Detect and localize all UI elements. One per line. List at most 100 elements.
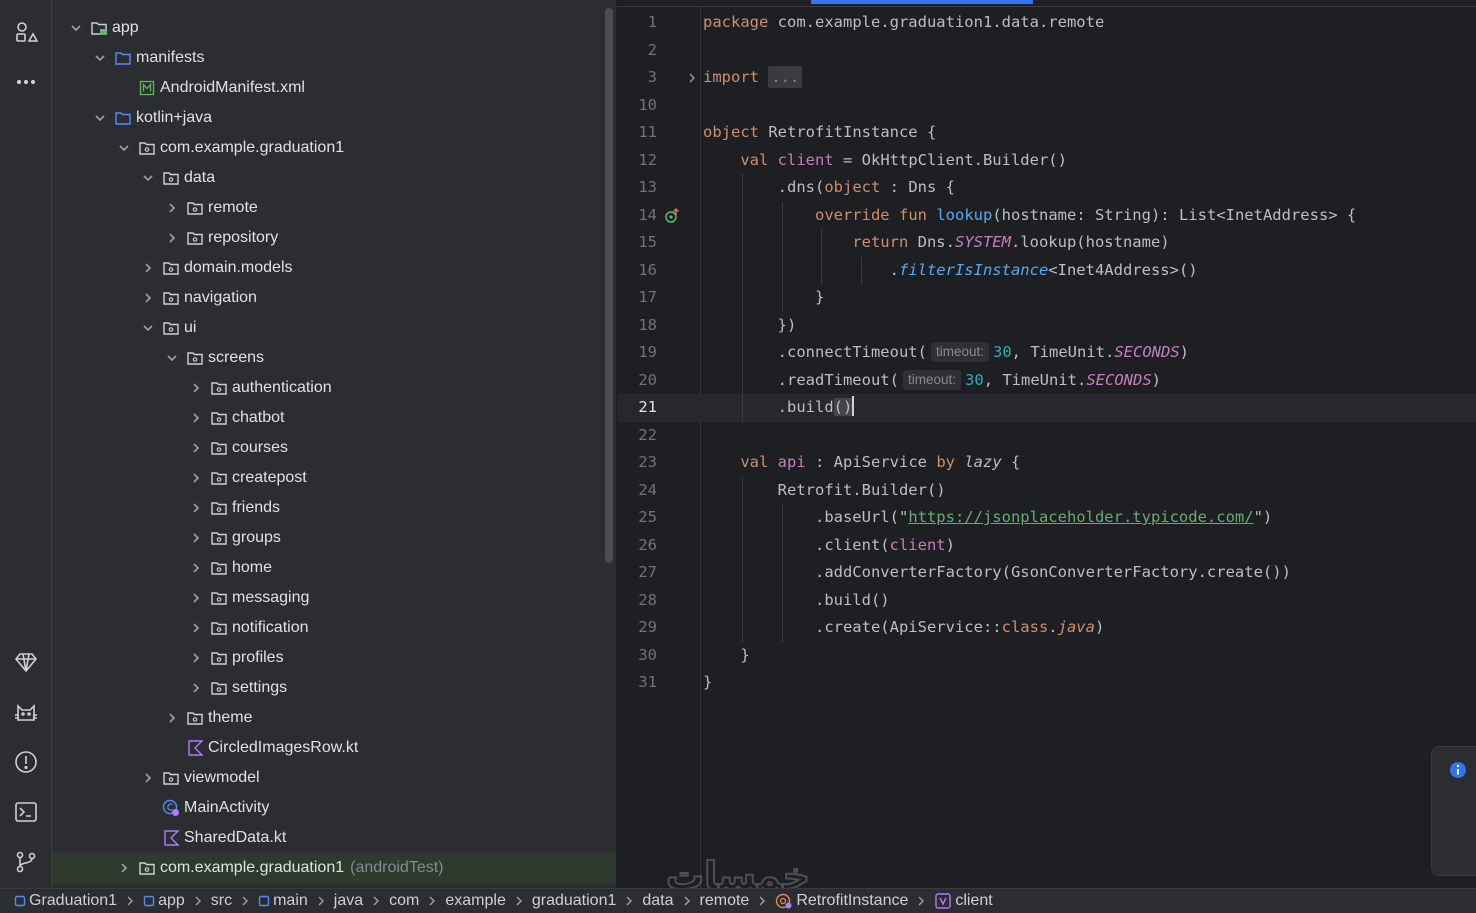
project-tree-item[interactable]: data: [52, 163, 616, 193]
more-tools-button[interactable]: [10, 66, 42, 98]
tree-expander[interactable]: [188, 380, 204, 396]
project-tree-item[interactable]: settings: [52, 673, 616, 703]
project-tree-item[interactable]: createpost: [52, 463, 616, 493]
tree-expander[interactable]: [92, 50, 108, 66]
project-tree-item[interactable]: profiles: [52, 643, 616, 673]
breadcrumb-item[interactable]: graduation1: [532, 892, 617, 910]
code-line[interactable]: 1 package com.example.graduation1.data.re…: [617, 9, 1476, 37]
project-tree-item[interactable]: friends: [52, 493, 616, 523]
code-line[interactable]: 26 .client(client): [617, 531, 1476, 559]
fold-expand-icon[interactable]: [687, 73, 697, 83]
project-tree-item[interactable]: ui: [52, 313, 616, 343]
terminal-tool-button[interactable]: [10, 796, 42, 828]
code-line[interactable]: 2: [617, 37, 1476, 65]
code-line[interactable]: 27 .addConverterFactory(GsonConverterFac…: [617, 559, 1476, 587]
breadcrumb-item[interactable]: app: [143, 892, 185, 910]
project-tree-item[interactable]: manifests: [52, 43, 616, 73]
project-tree-item[interactable]: authentication: [52, 373, 616, 403]
base-url-link[interactable]: https://jsonplaceholder.typicode.com/: [908, 508, 1253, 526]
tree-expander[interactable]: [140, 290, 156, 306]
tree-expander[interactable]: [188, 440, 204, 456]
code-line[interactable]: 31}: [617, 669, 1476, 697]
project-tree-item[interactable]: AndroidManifest.xml: [52, 73, 616, 103]
override-marker-icon[interactable]: [664, 207, 680, 224]
project-tree-item[interactable]: notification: [52, 613, 616, 643]
code-line[interactable]: 18 }): [617, 311, 1476, 339]
code-line[interactable]: 17 }: [617, 284, 1476, 312]
tree-expander[interactable]: [188, 470, 204, 486]
code-line[interactable]: 12 val client = OkHttpClient.Builder(): [617, 147, 1476, 175]
project-tree-item[interactable]: SharedData.kt: [52, 823, 616, 853]
tree-expander[interactable]: [188, 650, 204, 666]
code-line[interactable]: 24 Retrofit.Builder(): [617, 476, 1476, 504]
project-tree-item[interactable]: kotlin+java: [52, 103, 616, 133]
project-tree-scrollbar[interactable]: [605, 8, 613, 563]
tree-expander[interactable]: [164, 710, 180, 726]
code-line[interactable]: 29 .create(ApiService::class.java): [617, 614, 1476, 642]
info-icon[interactable]: [1449, 761, 1467, 779]
tree-expander[interactable]: [188, 680, 204, 696]
tree-expander[interactable]: [164, 230, 180, 246]
folded-imports[interactable]: ...: [768, 66, 803, 88]
project-tree-item[interactable]: home: [52, 553, 616, 583]
code-line[interactable]: 10: [617, 92, 1476, 120]
project-tree-item[interactable]: remote: [52, 193, 616, 223]
code-line[interactable]: 25 .baseUrl("https://jsonplaceholder.typ…: [617, 504, 1476, 532]
tree-expander[interactable]: [140, 770, 156, 786]
current-code-line[interactable]: 21 .build(): [617, 394, 1476, 422]
breadcrumb-item[interactable]: remote: [700, 892, 750, 910]
breadcrumb-item[interactable]: client: [934, 892, 993, 910]
breadcrumb-item[interactable]: java: [334, 892, 363, 910]
notification-popup-tab[interactable]: [1431, 746, 1476, 876]
code-line[interactable]: 11 object RetrofitInstance {: [617, 119, 1476, 147]
logcat-tool-button[interactable]: [10, 697, 42, 729]
project-tree-item[interactable]: com.example.graduation1: [52, 133, 616, 163]
code-line[interactable]: 20 .readTimeout(timeout: 30, TimeUnit.SEC…: [617, 366, 1476, 394]
breadcrumb-item[interactable]: data: [642, 892, 673, 910]
code-line[interactable]: 3 import ...: [617, 64, 1476, 92]
code-line[interactable]: 28 .build(): [617, 586, 1476, 614]
tree-expander[interactable]: [116, 860, 132, 876]
version-control-tool-button[interactable]: [10, 846, 42, 878]
breadcrumb-item[interactable]: example: [445, 892, 505, 910]
tree-expander[interactable]: [188, 410, 204, 426]
tree-expander[interactable]: [140, 320, 156, 336]
project-tree-item[interactable]: app: [52, 13, 616, 43]
tree-expander[interactable]: [68, 20, 84, 36]
tree-expander[interactable]: [188, 560, 204, 576]
project-tree-item[interactable]: CircledImagesRow.kt: [52, 733, 616, 763]
tree-expander[interactable]: [164, 200, 180, 216]
tree-expander[interactable]: [140, 170, 156, 186]
tree-expander[interactable]: [92, 110, 108, 126]
breadcrumb-item[interactable]: src: [211, 892, 232, 910]
project-tree-item[interactable]: groups: [52, 523, 616, 553]
code-line[interactable]: 15 return Dns.SYSTEM.lookup(hostname): [617, 229, 1476, 257]
code-editor[interactable]: 1 package com.example.graduation1.data.re…: [617, 0, 1476, 888]
code-line[interactable]: 22: [617, 422, 1476, 450]
code-line[interactable]: 16 .filterIsInstance<Inet4Address>(): [617, 256, 1476, 284]
breadcrumb-item[interactable]: com: [389, 892, 419, 910]
project-tree-item[interactable]: viewmodel: [52, 763, 616, 793]
project-tree-item[interactable]: messaging: [52, 583, 616, 613]
project-tree-item[interactable]: MainActivity: [52, 793, 616, 823]
tree-expander[interactable]: [188, 620, 204, 636]
tree-expander[interactable]: [116, 140, 132, 156]
code-line[interactable]: 23 val api : ApiService by lazy {: [617, 449, 1476, 477]
project-tree-item[interactable]: com.example.graduation1 (androidTest): [52, 853, 616, 883]
problems-tool-button[interactable]: [10, 746, 42, 778]
project-tree-item[interactable]: navigation: [52, 283, 616, 313]
project-tree-item[interactable]: theme: [52, 703, 616, 733]
tree-expander[interactable]: [188, 590, 204, 606]
breadcrumb-item[interactable]: RetrofitInstance: [775, 892, 908, 910]
project-tree-item[interactable]: chatbot: [52, 403, 616, 433]
code-line[interactable]: 19 .connectTimeout(timeout: 30, TimeUnit.…: [617, 339, 1476, 367]
gradle-tool-button[interactable]: [10, 646, 42, 678]
project-tool-button[interactable]: [10, 16, 42, 48]
tree-expander[interactable]: [188, 500, 204, 516]
project-tree-item[interactable]: screens: [52, 343, 616, 373]
active-tab-indicator[interactable]: [811, 0, 1033, 4]
project-tree-item[interactable]: repository: [52, 223, 616, 253]
breadcrumb-item[interactable]: main: [258, 892, 308, 910]
project-tree-item[interactable]: domain.models: [52, 253, 616, 283]
code-line[interactable]: 30 }: [617, 642, 1476, 670]
